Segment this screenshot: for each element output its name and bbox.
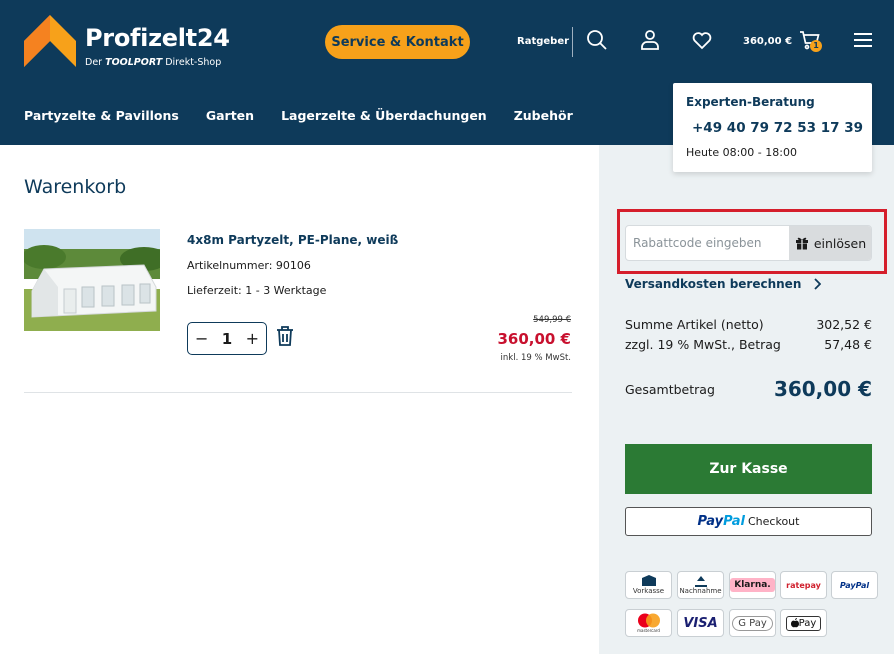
payment-vorkasse: Vorkasse xyxy=(625,571,672,599)
header-divider xyxy=(572,27,573,57)
article-number: Artikelnummer: 90106 xyxy=(187,259,311,272)
quantity-stepper: − 1 + xyxy=(187,322,267,355)
gpay-label: G Pay xyxy=(732,615,773,631)
nav-item-partyzelte[interactable]: Partyzelte & Pavillons xyxy=(24,108,179,123)
payment-applepay: Pay xyxy=(780,609,827,637)
nav-item-zubehoer[interactable]: Zubehör xyxy=(514,108,573,123)
nav-item-garten[interactable]: Garten xyxy=(206,108,254,123)
coupon-field: einlösen xyxy=(625,225,872,261)
service-contact-button[interactable]: Service & Kontakt xyxy=(325,25,470,59)
tax-note: inkl. 19 % MwSt. xyxy=(500,353,571,363)
product-image[interactable] xyxy=(24,229,160,331)
shipping-cost-link[interactable]: Versandkosten berechnen xyxy=(625,277,822,291)
paypal-checkout-label: Checkout xyxy=(748,515,800,528)
payment-paypal: PayPal xyxy=(831,571,878,599)
page-title: Warenkorb xyxy=(24,176,127,198)
delivery-time: Lieferzeit: 1 - 3 Werktage xyxy=(187,284,327,297)
ratgeber-link[interactable]: Ratgeber xyxy=(517,36,569,47)
payment-ratepay: ratepay xyxy=(780,571,827,599)
checkout-button[interactable]: Zur Kasse xyxy=(625,444,872,494)
heart-icon[interactable] xyxy=(690,28,714,52)
expert-advice-box: Experten-Beratung +49 40 79 72 53 17 39 … xyxy=(673,83,872,172)
vat-value: 57,48 € xyxy=(824,337,872,352)
payment-googlepay: G Pay xyxy=(729,609,776,637)
menu-icon[interactable] xyxy=(851,28,875,52)
coupon-redeem-button[interactable]: einlösen xyxy=(789,226,871,260)
main-nav: Partyzelte & Pavillons Garten Lagerzelte… xyxy=(24,108,600,123)
nachnahme-icon xyxy=(694,576,707,587)
expert-phone[interactable]: +49 40 79 72 53 17 39 xyxy=(686,119,863,137)
vorkasse-label: Vorkasse xyxy=(632,587,665,595)
vorkasse-icon xyxy=(641,575,656,586)
coupon-input[interactable] xyxy=(626,226,789,260)
expert-title: Experten-Beratung xyxy=(686,95,815,109)
logo-tagline: Der TOOLPORT Direkt-Shop xyxy=(85,57,222,68)
nachnahme-label: Nachnahme xyxy=(679,587,722,595)
user-icon[interactable] xyxy=(638,28,662,52)
expert-hours: Heute 08:00 - 18:00 xyxy=(686,146,797,159)
header-cart-total[interactable]: 360,00 € xyxy=(743,36,792,47)
chevron-right-icon xyxy=(814,278,822,290)
paypal-checkout-button[interactable]: PayPal Checkout xyxy=(625,507,872,536)
quantity-increase-button[interactable]: + xyxy=(246,329,259,348)
quantity-decrease-button[interactable]: − xyxy=(195,329,208,348)
vat-row: zzgl. 19 % MwSt., Betrag 57,48 € xyxy=(625,337,872,352)
logo-mark-icon xyxy=(24,15,76,67)
old-price: 549,99 € xyxy=(533,315,571,325)
logo-name: Profizelt24 xyxy=(85,24,230,52)
applepay-label: Pay xyxy=(798,617,817,629)
quantity-value[interactable]: 1 xyxy=(222,330,232,348)
coupon-button-label: einlösen xyxy=(813,235,867,251)
item-price: 360,00 € xyxy=(497,330,571,348)
net-sum-label: Summe Artikel (netto) xyxy=(625,317,764,332)
paypal-small-label: PayPal xyxy=(839,580,870,590)
vat-label: zzgl. 19 % MwSt., Betrag xyxy=(625,337,781,352)
payment-nachnahme: Nachnahme xyxy=(677,571,724,599)
mastercard-label: mastercard xyxy=(637,628,660,633)
klarna-label: Klarna. xyxy=(730,578,775,592)
gift-icon xyxy=(795,237,808,250)
expert-phone-number: +49 40 79 72 53 17 39 xyxy=(692,120,864,136)
paypal-logo: PayPal xyxy=(697,514,745,529)
net-sum-row: Summe Artikel (netto) 302,52 € xyxy=(625,317,872,332)
divider xyxy=(24,392,572,393)
product-name[interactable]: 4x8m Partyzelt, PE-Plane, weiß xyxy=(187,233,398,247)
payment-klarna: Klarna. xyxy=(729,571,776,599)
payment-mastercard: mastercard xyxy=(625,609,672,637)
cart-count-badge: 1 xyxy=(810,40,822,52)
search-icon[interactable] xyxy=(585,28,609,52)
tent-image xyxy=(24,229,160,331)
visa-label: VISA xyxy=(683,615,718,631)
payment-visa: VISA xyxy=(677,609,724,637)
net-sum-value: 302,52 € xyxy=(816,317,872,332)
shipping-cost-label: Versandkosten berechnen xyxy=(625,277,802,291)
total-label: Gesamtbetrag xyxy=(625,382,715,397)
trash-icon[interactable] xyxy=(275,325,295,347)
ratepay-label: ratepay xyxy=(786,580,821,590)
mastercard-icon xyxy=(637,613,660,628)
nav-item-lagerzelte[interactable]: Lagerzelte & Überdachungen xyxy=(281,108,487,123)
apple-icon xyxy=(790,618,799,628)
total-value: 360,00 € xyxy=(773,377,872,401)
